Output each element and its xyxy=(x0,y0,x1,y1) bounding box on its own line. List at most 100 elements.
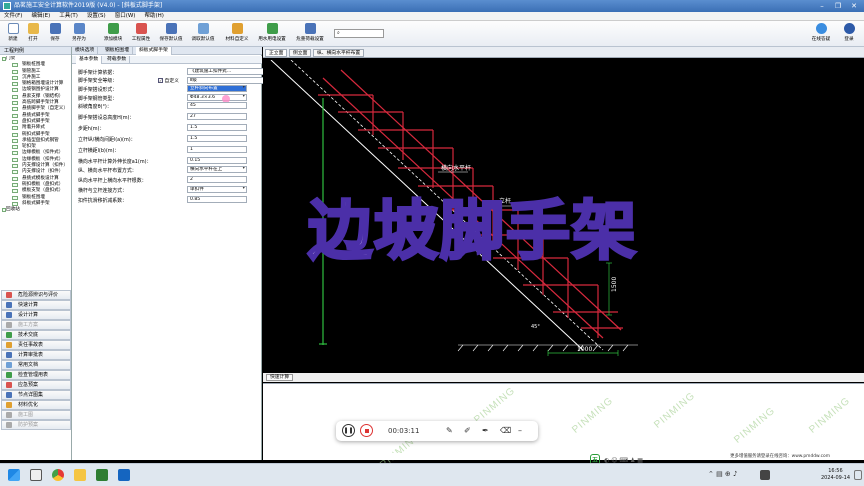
construction-drawing-button[interactable]: 施工图 xyxy=(1,410,71,420)
save-button[interactable]: 保存 xyxy=(46,23,64,45)
custom-checkbox[interactable]: ✓ 自定义 xyxy=(158,77,184,84)
slope-angle-input[interactable]: 45 xyxy=(187,102,247,109)
module-icon xyxy=(12,201,18,206)
module-icon xyxy=(12,126,18,131)
material-icon xyxy=(231,23,243,34)
login-button[interactable]: 登录 xyxy=(838,23,860,45)
steel-pipe-type-select[interactable]: Φ48.3×3.6 xyxy=(187,94,247,101)
tab-sheet-pile[interactable]: 钢板桩围堰 xyxy=(102,47,133,55)
minimize-icon[interactable]: – xyxy=(814,1,830,11)
module-tree: 门架 钢板桩围堰 钢管施工 沉井施工 钢格箱围堰设计计算 边坡钢围护设计算 悬索… xyxy=(0,56,71,278)
module-icon xyxy=(12,145,18,150)
hazard-identification-button[interactable]: 危险源辨识与评价 xyxy=(1,290,71,300)
save-defaults-icon xyxy=(165,23,177,34)
open-button[interactable]: 打开 xyxy=(24,23,42,45)
search-input[interactable]: ⌕ xyxy=(334,29,384,38)
step-distance-input[interactable]: 1.5 xyxy=(187,124,247,131)
ime-indicator[interactable]: 五 ◐ ☺ ⌨ ♟ ▦ xyxy=(590,454,643,465)
eraser-icon[interactable]: ⌫ xyxy=(500,425,511,437)
app-logo-icon xyxy=(3,2,11,10)
load-defaults-button[interactable]: 调取默认值 xyxy=(188,23,218,45)
reduction-factor-input[interactable]: 0.85 xyxy=(187,196,247,203)
online-help-button[interactable]: 在线答疑 xyxy=(806,23,836,45)
project-properties-button[interactable]: 工程属性 xyxy=(128,23,154,45)
inspection-forms-button[interactable]: 检查管理用表 xyxy=(1,370,71,380)
notification-icon[interactable] xyxy=(854,470,862,480)
module-icon xyxy=(12,69,18,74)
pole-spacing-input[interactable]: 1.5 xyxy=(187,135,247,142)
param-label: 纵、横向水平杆布置方式： xyxy=(78,168,137,174)
tray-icons[interactable]: ⌃ ▤ ⊕ ♪ xyxy=(708,470,738,478)
heavy-load-icon xyxy=(304,23,316,34)
connection-method-select[interactable]: 单扣件 xyxy=(187,186,247,193)
system-clock[interactable]: 16:56 2024-09-14 xyxy=(821,468,850,482)
highlighter-icon[interactable]: ✒ xyxy=(482,425,489,437)
minimize-recorder-icon[interactable]: – xyxy=(518,425,522,437)
tab-load-params[interactable]: 荷载参数 xyxy=(104,56,131,64)
menu-edit[interactable]: 编辑(E) xyxy=(31,12,50,20)
material-custom-button[interactable]: 材料自定义 xyxy=(222,23,252,45)
heavy-load-settings-button[interactable]: 危重荷载设置 xyxy=(292,23,328,45)
module-icon xyxy=(12,170,18,175)
pause-icon[interactable]: ❚❚ xyxy=(342,424,355,437)
overhang-length-input[interactable]: 0.15 xyxy=(187,157,247,164)
pole-transverse-input[interactable]: 1 xyxy=(187,146,247,153)
material-optimize-button[interactable]: 材料优化 xyxy=(1,400,71,410)
chrome-icon[interactable] xyxy=(52,469,64,481)
tab-module-options[interactable]: 模块选项 xyxy=(72,47,99,55)
module-icon xyxy=(12,157,18,162)
common-docs-button[interactable]: 常用文档 xyxy=(1,360,71,370)
tab-slope-scaffold[interactable]: 斜板式脚手架 xyxy=(136,47,172,55)
emergency-plan-button[interactable]: 应急预案 xyxy=(1,380,71,390)
tab-side-elevation[interactable]: 侧立面 xyxy=(289,49,312,57)
microphone-icon[interactable]: ✎ xyxy=(446,425,453,437)
menu-file[interactable]: 文件(F) xyxy=(4,12,22,20)
add-module-button[interactable]: 添加模块 xyxy=(100,23,126,45)
liability-table-button[interactable]: 责任事故表 xyxy=(1,340,71,350)
module-tabs: 模块选项 钢板桩围堰 斜板式脚手架 xyxy=(72,47,262,55)
app-icon[interactable] xyxy=(96,469,108,481)
new-button[interactable]: 新建 xyxy=(4,23,22,45)
pinming-app-icon[interactable] xyxy=(118,469,130,481)
bar-layout-select[interactable]: 横向水平杆在上 xyxy=(187,166,247,173)
menu-settings[interactable]: 设置(S) xyxy=(87,12,106,20)
menu-window[interactable]: 窗口(W) xyxy=(115,12,136,20)
node-details-button[interactable]: 节点详图集 xyxy=(1,390,71,400)
close-icon[interactable]: ✕ xyxy=(846,1,862,11)
stop-button[interactable] xyxy=(360,424,373,437)
status-text: 更多增值服务请登录在线咨询：www.pmddw.com xyxy=(730,454,830,459)
menu-tools[interactable]: 工具(T) xyxy=(59,12,78,20)
erection-form-select[interactable]: 立杆斜向布置 xyxy=(187,85,247,92)
bar-count-input[interactable]: 2 xyxy=(187,176,247,183)
windows-start-icon[interactable] xyxy=(8,469,20,481)
recording-timer: 00:03:11 xyxy=(388,427,420,435)
task-view-icon[interactable] xyxy=(30,469,42,481)
protection-plan-button[interactable]: 防护预案 xyxy=(1,420,71,430)
param-label: 脚手架计算依据： xyxy=(78,70,118,76)
param-label: 步距h(m)： xyxy=(78,126,105,132)
menu-bar: 文件(F) 编辑(E) 工具(T) 设置(S) 窗口(W) 帮助(H) xyxy=(0,12,864,21)
quick-calc-button[interactable]: 快速计算 xyxy=(266,374,294,381)
file-explorer-icon[interactable] xyxy=(74,469,86,481)
tab-bar-layout[interactable]: 纵、横向水平杆布置 xyxy=(313,49,365,57)
menu-help[interactable]: 帮助(H) xyxy=(144,12,163,20)
drawing-tabs: 正立面 侧立面 纵、横向水平杆布置 xyxy=(263,47,864,58)
checkbox-checked-icon: ✓ xyxy=(158,78,163,83)
load-defaults-icon xyxy=(197,23,209,34)
design-calc-button[interactable]: 设计计算 xyxy=(1,310,71,320)
maximize-icon[interactable]: ❐ xyxy=(830,1,846,11)
quick-calc-nav-button[interactable]: 快速计算 xyxy=(1,300,71,310)
tab-front-elevation[interactable]: 正立面 xyxy=(265,49,288,57)
technical-briefing-button[interactable]: 技术交底 xyxy=(1,330,71,340)
save-as-button[interactable]: 另存为 xyxy=(68,23,90,45)
save-defaults-button[interactable]: 保存默认值 xyxy=(156,23,186,45)
tab-basic-params[interactable]: 基本参数 xyxy=(76,56,103,64)
ime-tray-icon[interactable] xyxy=(760,470,770,480)
tree-root-recycle[interactable]: 回收站 xyxy=(0,207,71,213)
water-power-settings-button[interactable]: 用水用电设置 xyxy=(254,23,290,45)
total-height-input[interactable]: 27 xyxy=(187,113,247,120)
stop-icon xyxy=(365,429,369,433)
construction-plan-button[interactable]: 施工方案 xyxy=(1,320,71,330)
pen-icon[interactable]: ✐ xyxy=(464,425,471,437)
calc-approval-button[interactable]: 计算审批表 xyxy=(1,350,71,360)
